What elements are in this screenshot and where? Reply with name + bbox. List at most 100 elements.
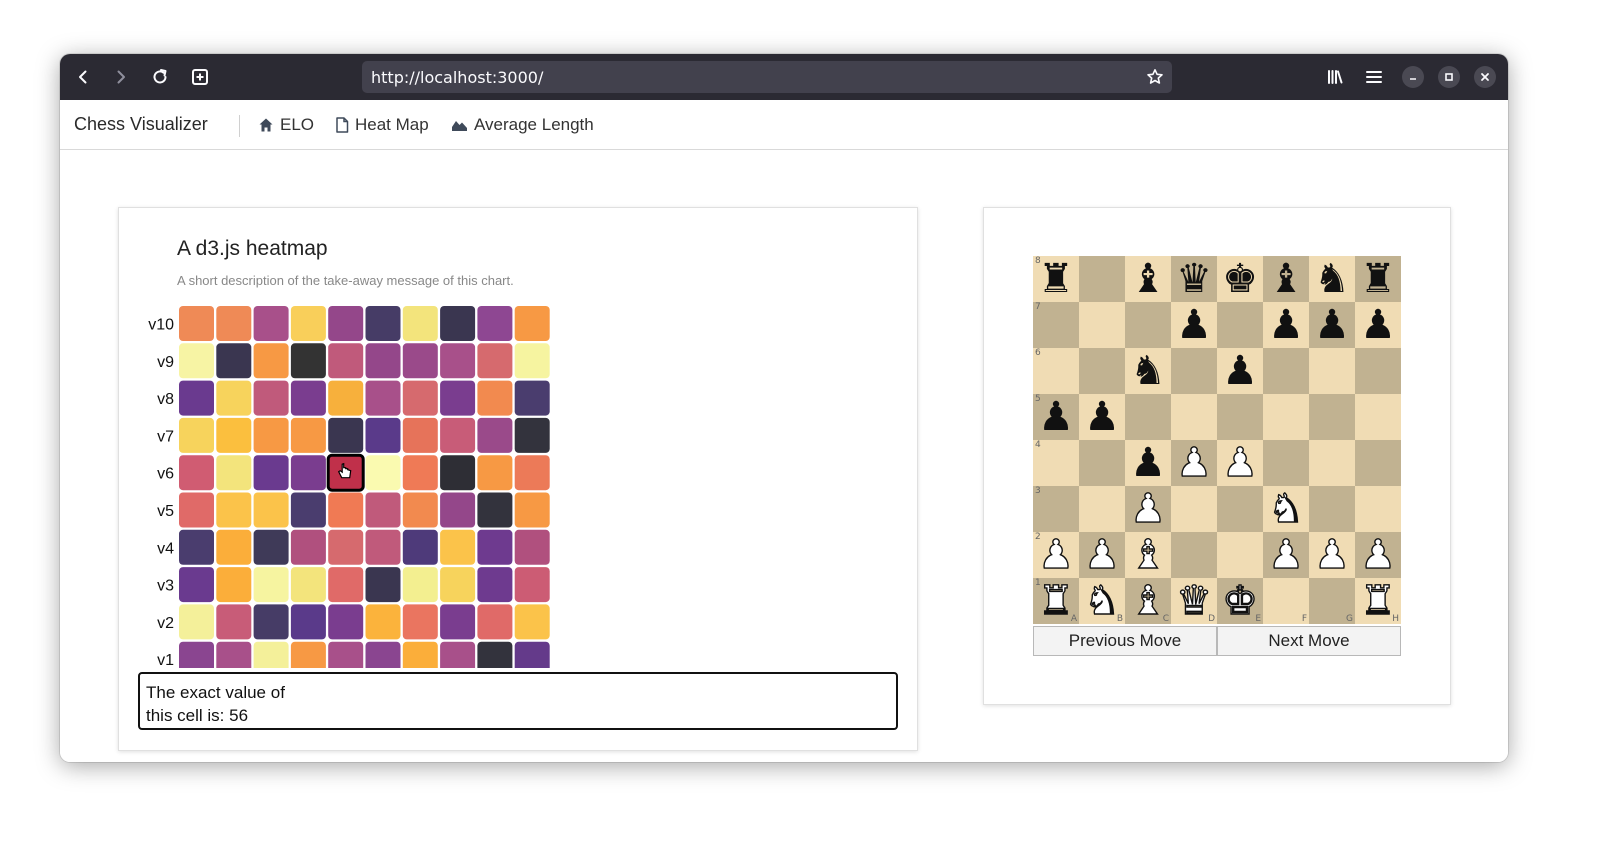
board-square[interactable]: G [1309,578,1355,624]
board-square[interactable]: D ♛ [1171,577,1217,625]
heatmap-cell[interactable] [477,455,513,491]
board-square[interactable] [1309,348,1355,394]
board-square[interactable]: 7 [1033,302,1079,348]
heatmap-cell[interactable] [328,417,364,453]
heatmap-cell[interactable] [179,604,214,640]
board-square[interactable]: ♞ [1263,485,1309,533]
heatmap-cell[interactable] [253,380,289,416]
heatmap-cell[interactable] [477,641,513,668]
heatmap-cell[interactable] [477,417,513,453]
address-bar[interactable]: http://localhost:3000/ [362,61,1172,93]
board-square[interactable] [1263,394,1309,440]
heatmap-cell[interactable] [216,567,252,603]
black-rook-icon[interactable]: ♜ [1360,256,1396,302]
heatmap-cell[interactable] [402,641,438,668]
heatmap-cell[interactable] [179,343,214,379]
new-tab-icon[interactable] [188,65,212,89]
heatmap-cell[interactable] [253,455,289,491]
board-square[interactable]: ♟ [1171,302,1217,348]
heatmap-cell[interactable] [216,641,252,668]
white-pawn-icon[interactable]: ♟ [1359,531,1396,578]
heatmap-cell[interactable] [179,529,214,565]
heatmap-cell[interactable] [402,343,438,379]
heatmap-cell[interactable] [402,604,438,640]
heatmap-cell[interactable] [402,455,438,491]
board-square[interactable]: B ♞ [1079,577,1125,625]
heatmap-cell[interactable] [216,343,252,379]
heatmap-cell[interactable] [253,417,289,453]
board-square[interactable]: ♝ [1125,531,1171,579]
white-rook-icon[interactable]: ♜ [1359,577,1396,624]
heatmap-cell[interactable] [216,306,252,341]
board-square[interactable] [1171,394,1217,440]
heatmap-cell[interactable] [328,343,364,379]
heatmap-cell[interactable] [290,306,326,341]
board-square[interactable]: 6 [1033,348,1079,394]
board-square[interactable] [1355,440,1401,486]
heatmap-cell[interactable] [365,641,401,668]
heatmap-cell[interactable] [328,492,364,528]
black-pawn-icon[interactable]: ♟ [1222,348,1258,394]
heatmap-cell[interactable] [328,641,364,668]
chess-board[interactable]: 8 ♜ ♝ ♛ ♚ ♝ ♞ ♜ 7 ♟ ♟ ♟ ♟ 6 ♞ ♟ 5 ♟ ♟ 4 ♟ ♟ ♟ 3 ♟ ♞ 2 ♟ ♟ ♝ ♟ ♟ ♟ 1 A ♜ B ♞ C ♝… [1033,256,1401,625]
board-square[interactable] [1355,486,1401,532]
board-square[interactable] [1217,486,1263,532]
heatmap-cell[interactable] [253,529,289,565]
heatmap-cell[interactable] [402,567,438,603]
heatmap-cell[interactable] [365,306,401,341]
board-square[interactable]: ♟ [1079,531,1125,579]
board-square[interactable]: E ♚ [1217,577,1263,625]
board-square[interactable]: ♟ [1217,439,1263,487]
heatmap-cell[interactable] [328,380,364,416]
heatmap-cell[interactable] [179,417,214,453]
heatmap-cell[interactable] [440,380,476,416]
heatmap-cell[interactable] [514,343,550,379]
heatmap-cell[interactable] [290,529,326,565]
board-square[interactable] [1079,348,1125,394]
board-square[interactable] [1125,302,1171,348]
black-king-icon[interactable]: ♚ [1222,256,1258,302]
board-square[interactable]: ♚ [1217,256,1263,302]
board-square[interactable]: 3 [1033,486,1079,532]
board-square[interactable]: ♟ [1263,302,1309,348]
heatmap-cell[interactable] [514,417,550,453]
heatmap-cell[interactable] [216,455,252,491]
heatmap-cell[interactable] [440,492,476,528]
heatmap-cell[interactable] [514,306,550,341]
board-square[interactable]: ♝ [1263,256,1309,302]
board-square[interactable] [1171,486,1217,532]
heatmap-cell[interactable] [365,380,401,416]
reload-icon[interactable] [148,65,172,89]
heatmap-cell[interactable] [179,380,214,416]
heatmap-cell[interactable] [514,641,550,668]
board-square[interactable] [1309,486,1355,532]
heatmap-cell[interactable] [253,343,289,379]
board-square[interactable]: ♟ [1309,531,1355,579]
minimize-icon[interactable] [1402,66,1424,88]
board-square[interactable]: ♞ [1309,256,1355,302]
heatmap-cell[interactable] [440,604,476,640]
white-pawn-icon[interactable]: ♟ [1037,531,1074,578]
board-square[interactable]: ♞ [1125,348,1171,394]
forward-icon[interactable] [109,65,133,89]
board-square[interactable]: ♟ [1171,439,1217,487]
black-bishop-icon[interactable]: ♝ [1130,256,1166,302]
brand-title[interactable]: Chess Visualizer [74,114,208,135]
nav-link-average-length[interactable]: Average Length [451,115,594,135]
heatmap-cell[interactable] [477,492,513,528]
board-square[interactable]: F [1263,578,1309,624]
heatmap-cell[interactable] [290,455,326,491]
library-icon[interactable] [1323,65,1347,89]
white-knight-icon[interactable]: ♞ [1267,485,1304,532]
white-queen-icon[interactable]: ♛ [1175,577,1212,624]
nav-link-elo[interactable]: ELO [258,115,314,135]
board-square[interactable]: C ♝ [1125,577,1171,625]
heatmap-cell[interactable] [253,604,289,640]
board-square[interactable] [1309,394,1355,440]
previous-move-button[interactable]: Previous Move [1033,626,1217,656]
heatmap-cell[interactable] [179,641,214,668]
heatmap-cell[interactable] [290,380,326,416]
board-square[interactable] [1355,394,1401,440]
board-square[interactable]: ♜ [1355,256,1401,302]
heatmap-cell[interactable] [253,567,289,603]
